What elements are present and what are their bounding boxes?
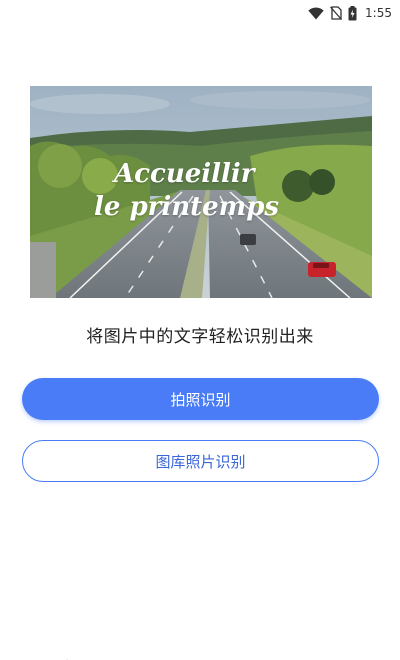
hero-caption-line2: le printemps [94,192,280,222]
hero-caption-line1: Accueillir [114,159,255,189]
wifi-icon [308,7,324,20]
bottom-nav [0,652,400,660]
status-time: 1:55 [365,6,392,20]
scan-icon[interactable] [192,652,208,660]
photo-recognize-label: 拍照识别 [170,390,231,409]
subtitle-text: 将图片中的文字轻松识别出来 [86,327,314,347]
app-screen: 1:55 Accueillir le printemps 将图片中的文字轻松识别… [0,0,400,660]
status-bar: 1:55 [0,0,400,26]
gallery-recognize-button[interactable]: 图库照片识别 [22,440,379,482]
gallery-recognize-label: 图库照片识别 [155,452,246,471]
profile-icon[interactable] [327,652,339,660]
photo-recognize-button[interactable]: 拍照识别 [22,378,379,420]
battery-charging-icon [348,5,357,21]
home-icon[interactable] [60,652,74,660]
no-sim-icon [330,6,343,20]
hero-image: Accueillir le printemps [30,86,372,298]
hero-caption: Accueillir le printemps [94,158,279,224]
